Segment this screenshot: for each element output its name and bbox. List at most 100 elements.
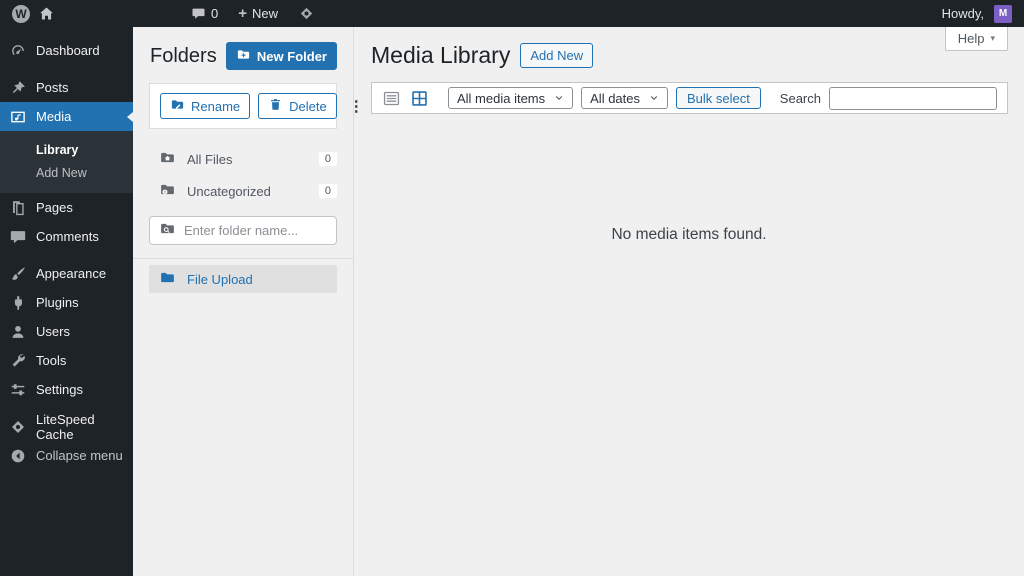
folder-row-all-files[interactable]: All Files 0 — [133, 143, 353, 175]
caret-down-icon: ▾ — [990, 33, 995, 43]
date-filter-value: All dates — [590, 90, 641, 106]
media-type-filter-value: All media items — [457, 90, 546, 106]
sidebar-item-label: Users — [36, 324, 70, 339]
rename-label: Rename — [191, 98, 241, 114]
posts-pin-icon — [9, 79, 27, 97]
sidebar-item-posts[interactable]: Posts — [0, 73, 133, 102]
new-folder-label: New Folder — [256, 48, 327, 64]
list-view-button[interactable] — [382, 88, 402, 108]
appearance-brush-icon — [9, 265, 27, 283]
chevron-down-icon — [554, 91, 564, 106]
grid-view-icon — [410, 89, 430, 108]
sidebar-item-label: Plugins — [36, 295, 79, 310]
submenu-item-library[interactable]: Library — [0, 138, 133, 161]
folder-search-input[interactable] — [184, 223, 327, 238]
plus-icon: + — [238, 5, 247, 22]
folders-header: Folders New Folder — [133, 27, 353, 83]
rename-folder-icon — [170, 97, 185, 115]
sidebar-item-users[interactable]: Users — [0, 317, 133, 346]
folder-search-icon — [159, 220, 176, 242]
sidebar-item-collapse-menu[interactable]: Collapse menu — [0, 441, 133, 470]
rename-folder-button[interactable]: Rename — [160, 93, 251, 119]
help-tab-button[interactable]: Help ▾ — [944, 27, 1008, 51]
trash-icon — [268, 97, 283, 115]
sidebar-item-comments[interactable]: Comments — [0, 222, 133, 251]
new-folder-button[interactable]: New Folder — [225, 42, 337, 70]
folder-home-icon — [159, 149, 176, 169]
sidebar-item-label: Posts — [36, 80, 69, 95]
folder-list: All Files 0 Uncategorized 0 — [133, 143, 353, 207]
submenu-item-add-new[interactable]: Add New — [0, 161, 133, 184]
grid-view-button[interactable] — [410, 88, 430, 108]
media-search-group: Search — [779, 86, 997, 110]
litespeed-diamond-icon — [9, 418, 27, 436]
media-type-filter-select[interactable]: All media items — [448, 87, 574, 109]
sidebar-item-plugins[interactable]: Plugins — [0, 288, 133, 317]
folder-count-badge: 0 — [318, 184, 337, 198]
folder-count-badge: 0 — [318, 152, 337, 166]
wordpress-logo-menu[interactable]: W — [0, 0, 34, 27]
wordpress-logo-icon: W — [12, 4, 30, 23]
list-view-icon — [382, 89, 402, 108]
folders-panel: Folders New Folder Rename Delete ⋮ All F… — [133, 27, 364, 576]
folder-row-file-upload[interactable]: File Upload — [149, 265, 337, 293]
current-menu-arrow — [122, 111, 133, 122]
sidebar-item-label: Dashboard — [36, 43, 100, 58]
admin-bar: W 0 + New Howdy, M — [0, 0, 1024, 27]
add-new-media-button[interactable]: Add New — [520, 43, 594, 68]
media-submenu: Library Add New — [0, 131, 133, 193]
settings-sliders-icon — [9, 381, 27, 399]
new-content-menu[interactable]: + New — [234, 0, 282, 27]
media-search-input[interactable] — [829, 86, 997, 110]
media-library-content: Help ▾ Media Library Add New All media i… — [354, 27, 1024, 576]
sidebar-item-tools[interactable]: Tools — [0, 346, 133, 375]
folders-toolbar: Rename Delete ⋮ — [149, 83, 364, 129]
new-folder-icon — [236, 47, 251, 65]
sidebar-item-media[interactable]: Media — [0, 102, 133, 131]
new-label: New — [252, 6, 279, 21]
user-avatar[interactable]: M — [994, 4, 1012, 23]
site-home-menu[interactable] — [34, 0, 59, 27]
collapse-arrow-icon — [9, 447, 27, 465]
chevron-down-icon — [649, 91, 659, 106]
sidebar-item-label: Appearance — [36, 266, 107, 281]
folder-row-label: Uncategorized — [187, 183, 271, 199]
submenu-item-label: Library — [36, 142, 79, 157]
folder-row-label: File Upload — [187, 271, 253, 287]
date-filter-select[interactable]: All dates — [581, 87, 669, 109]
admin-sidebar: Dashboard Posts Media Library Add New Pa… — [0, 27, 133, 576]
sidebar-item-label: Comments — [36, 229, 99, 244]
sidebar-item-litespeed-cache[interactable]: LiteSpeed Cache — [0, 411, 133, 442]
folder-row-uncategorized[interactable]: Uncategorized 0 — [133, 175, 353, 207]
sidebar-item-label: LiteSpeed Cache — [36, 411, 95, 442]
sidebar-item-label: Pages — [36, 200, 73, 215]
submenu-item-label: Add New — [36, 165, 87, 180]
tools-wrench-icon — [9, 352, 27, 370]
media-icon — [9, 108, 27, 126]
bulk-select-button[interactable]: Bulk select — [676, 87, 761, 109]
sidebar-item-pages[interactable]: Pages — [0, 193, 133, 222]
media-toolbar: All media items All dates Bulk select Se… — [371, 82, 1008, 114]
page-title-row: Media Library Add New — [354, 27, 1024, 69]
folders-panel-title: Folders — [150, 44, 217, 67]
menu-separator — [0, 65, 133, 73]
page-title: Media Library — [371, 42, 511, 68]
sidebar-item-label: Tools — [36, 353, 67, 368]
folder-search-box — [149, 216, 337, 245]
search-label: Search — [779, 90, 821, 106]
delete-label: Delete — [289, 98, 327, 114]
comments-count: 0 — [211, 6, 219, 21]
menu-separator — [0, 251, 133, 259]
folder-row-label: All Files — [187, 151, 233, 167]
sidebar-item-label: Collapse menu — [36, 448, 123, 463]
delete-folder-button[interactable]: Delete — [258, 93, 337, 119]
sidebar-item-dashboard[interactable]: Dashboard — [0, 36, 133, 65]
folders-divider — [133, 258, 353, 259]
sidebar-item-settings[interactable]: Settings — [0, 375, 133, 404]
litespeed-adminbar-menu[interactable] — [294, 0, 319, 27]
folder-info-icon — [159, 181, 176, 201]
howdy-label: Howdy, — [941, 6, 984, 21]
help-label: Help — [957, 31, 985, 46]
comments-menu[interactable]: 0 — [187, 0, 222, 27]
sidebar-item-appearance[interactable]: Appearance — [0, 259, 133, 288]
